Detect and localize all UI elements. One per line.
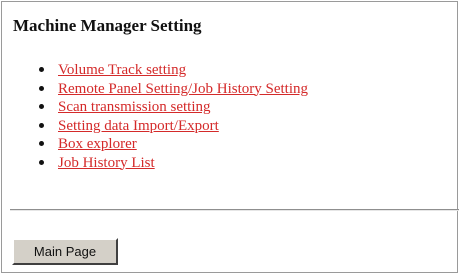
job-history-list-link[interactable]: Job History List xyxy=(58,154,155,172)
main-page-button[interactable]: Main Page xyxy=(12,238,118,265)
bullet-icon xyxy=(39,159,44,165)
settings-panel: Machine Manager Setting Volume Track set… xyxy=(1,1,459,273)
remote-panel-job-history-setting-link[interactable]: Remote Panel Setting/Job History Setting xyxy=(58,80,308,98)
bullet-icon xyxy=(39,104,44,109)
page-title: Machine Manager Setting xyxy=(13,16,202,35)
scan-transmission-setting-link[interactable]: Scan transmission setting xyxy=(58,98,211,116)
box-explorer-link[interactable]: Box explorer xyxy=(58,135,137,153)
bullet-icon xyxy=(39,85,44,91)
bullet-icon xyxy=(39,141,44,146)
setting-data-import-export-link[interactable]: Setting data Import/Export xyxy=(58,117,219,135)
divider xyxy=(10,209,459,211)
volume-track-setting-link[interactable]: Volume Track setting xyxy=(58,61,186,79)
bullet-icon xyxy=(39,67,44,72)
bullet-icon xyxy=(39,122,44,128)
